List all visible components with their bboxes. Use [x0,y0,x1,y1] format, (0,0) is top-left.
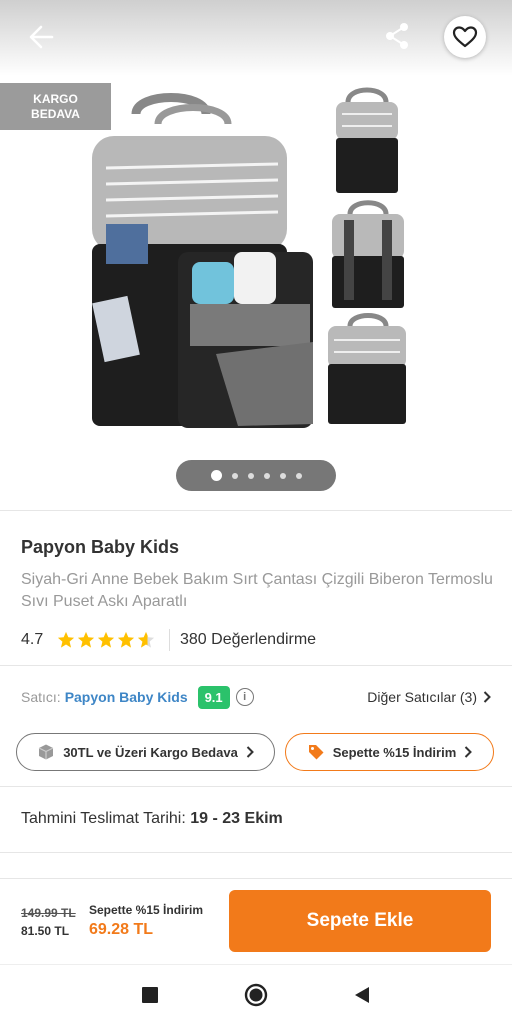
back-arrow-icon [29,25,54,49]
favorite-button[interactable] [444,16,486,58]
final-price: 69.28 TL [89,921,154,938]
info-icon[interactable]: i [235,688,254,706]
cart-discount-pill[interactable]: Sepette %15 İndirim [285,733,494,771]
product-image[interactable] [88,84,406,428]
star-icon [57,631,75,648]
chevron-right-icon [246,746,254,758]
share-icon [386,23,408,49]
recents-button[interactable] [120,965,180,1024]
top-bar [0,0,512,76]
seller-name-link[interactable]: Papyon Baby Kids [65,689,188,705]
divider [0,510,512,511]
seller-label: Satıcı: [21,689,61,705]
add-to-cart-button[interactable]: Sepete Ekle [229,890,491,952]
delivery-dates: 19 - 23 Ekim [190,810,283,827]
product-title: Siyah-Gri Anne Bebek Bakım Sırt Çantası … [21,571,493,610]
pagination-dot[interactable] [231,472,238,479]
star-icon [117,631,135,648]
square-icon [142,987,158,1003]
rating-row[interactable]: 4.7 380 Değerlendirme [21,628,316,652]
star-icon [97,631,115,648]
divider [0,665,512,666]
pagination-dot[interactable] [295,472,302,479]
divider [0,852,512,853]
rating-value: 4.7 [21,631,44,648]
sale-price: 81.50 TL [21,924,70,938]
rating-separator [169,629,170,651]
original-price: 149.99 TL [21,906,76,920]
delivery-label: Tahmini Teslimat Tarihi: [21,810,186,827]
seller-score-badge: 9.1 [197,685,230,709]
tag-icon [308,745,324,760]
other-sellers-label: Diğer Satıcılar (3) [367,689,477,705]
product-gallery[interactable]: KARGO BEDAVA [0,0,512,510]
gallery-pagination[interactable] [176,460,336,491]
pagination-dot[interactable] [263,472,270,479]
free-cargo-pill[interactable]: 30TL ve Üzeri Kargo Bedava [16,733,275,771]
star-icon [77,631,95,648]
other-sellers-link[interactable]: Diğer Satıcılar (3) [367,689,491,705]
circle-icon [244,983,268,1007]
brand-name[interactable]: Papyon Baby Kids [21,537,179,558]
seller-row: Satıcı: Papyon Baby Kids 9.1 i Diğer Sat… [21,684,491,710]
purchase-bar: 149.99 TL 81.50 TL Sepette %15 İndirim 6… [0,878,512,964]
estimated-delivery: Tahmini Teslimat Tarihi: 19 - 23 Ekim [21,810,283,828]
free-cargo-label: 30TL ve Üzeri Kargo Bedava [63,744,238,760]
star-half-icon [137,631,155,648]
back-button[interactable] [22,20,62,54]
cart-discount-text: Sepette %15 İndirim [89,903,204,917]
chevron-right-icon [483,691,491,703]
pagination-dot-active[interactable] [210,470,222,481]
product-page: KARGO BEDAVA Papyon Baby Kids Siyah-Gri … [0,0,512,1024]
chevron-right-icon [465,746,473,758]
review-count[interactable]: 380 Değerlendirme [180,631,316,649]
triangle-back-icon [355,987,369,1003]
pagination-dot[interactable] [279,472,286,479]
system-back-button[interactable] [332,965,392,1024]
home-button[interactable] [226,965,286,1024]
system-nav-bar [0,964,512,1024]
share-button[interactable] [380,18,416,54]
divider [0,786,512,787]
heart-icon [452,26,478,48]
pagination-dot[interactable] [247,472,254,479]
rating-stars [57,631,155,649]
cart-discount-label: Sepette %15 İndirim [332,744,457,760]
box-icon [38,744,54,760]
